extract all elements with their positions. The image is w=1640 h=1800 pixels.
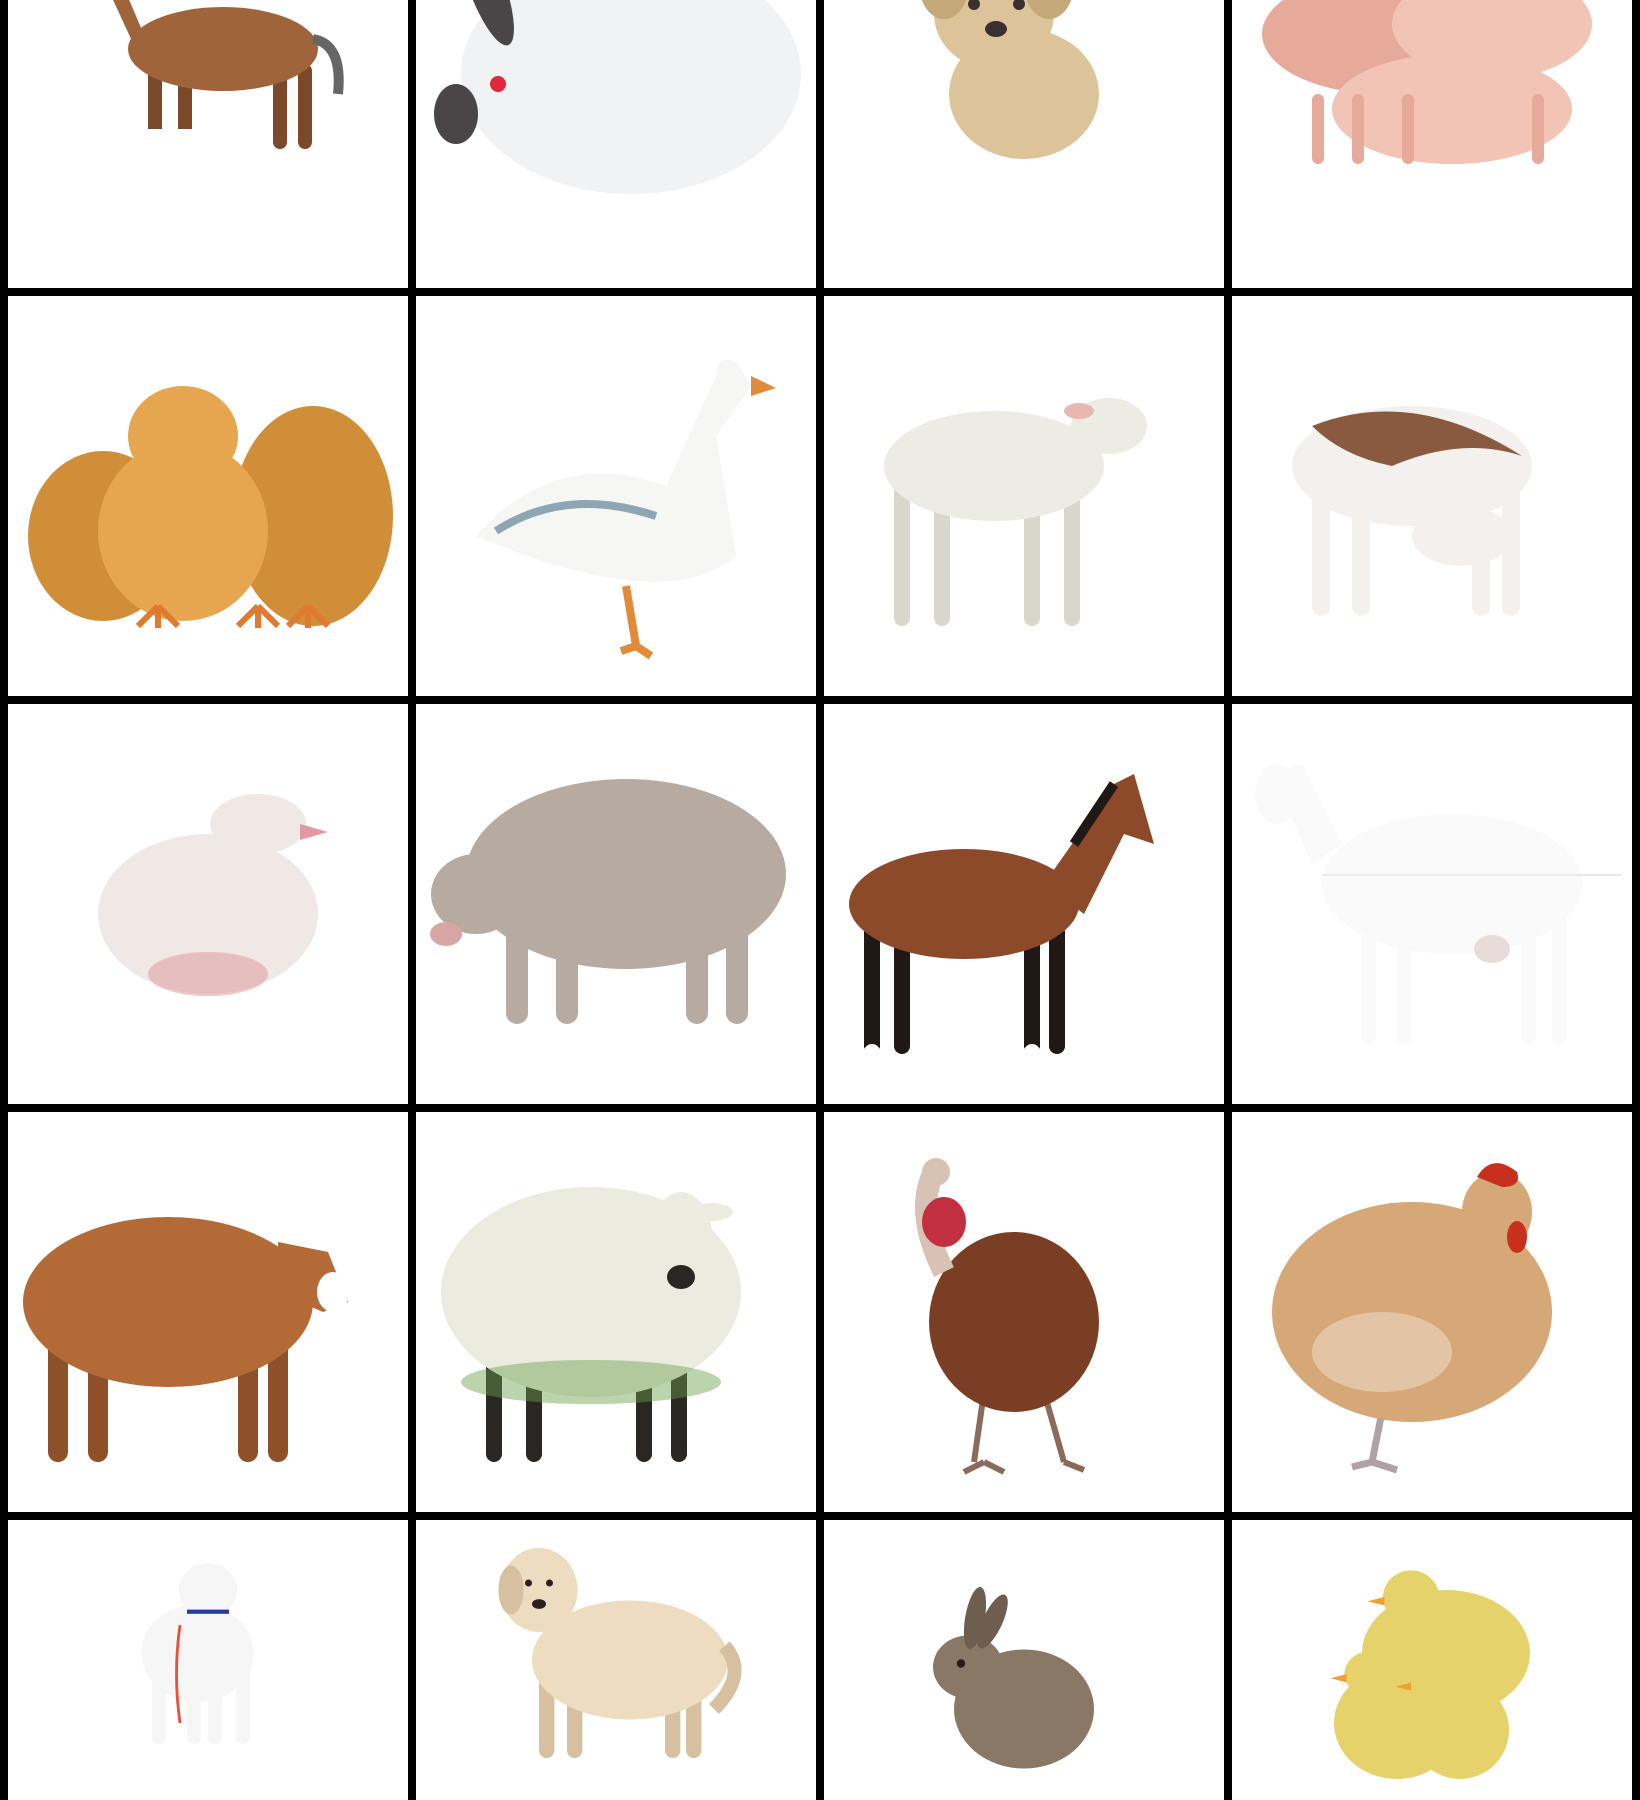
animal-tile xyxy=(416,0,816,288)
goat-icon xyxy=(1255,764,1622,1044)
grid-line-vertical xyxy=(1224,0,1232,1800)
horse-icon xyxy=(849,774,1154,1059)
animal-tile xyxy=(824,296,1224,696)
goose-icon xyxy=(476,360,776,660)
bunny-icon xyxy=(933,1586,1094,1769)
animal-tile xyxy=(1232,1112,1632,1512)
animal-tile xyxy=(8,0,408,288)
grid-line-horizontal xyxy=(0,288,1640,296)
animal-tile xyxy=(8,704,408,1104)
piglets-icon xyxy=(1262,0,1592,164)
animal-tile xyxy=(1232,296,1632,696)
animal-tile xyxy=(8,1112,408,1512)
hen-icon xyxy=(1272,1163,1552,1474)
animal-tile xyxy=(8,296,408,696)
grid-line-horizontal xyxy=(0,696,1640,704)
grid-line-vertical xyxy=(0,0,8,1800)
ducklings-icon xyxy=(1330,1570,1530,1779)
animal-tile xyxy=(1232,704,1632,1104)
kid-goat-icon xyxy=(141,1563,254,1744)
rabbit-icon xyxy=(434,0,801,194)
animal-tile xyxy=(1232,0,1632,288)
animal-tile xyxy=(1232,1520,1632,1800)
puppy-icon xyxy=(921,0,1099,159)
calf-icon xyxy=(1292,406,1532,616)
pig-icon xyxy=(430,779,786,1024)
sheep-icon xyxy=(441,1187,741,1462)
animal-tile xyxy=(416,704,816,1104)
animal-tile xyxy=(416,1520,816,1800)
animal-tile xyxy=(824,1520,1224,1800)
foal-icon xyxy=(113,0,344,149)
animal-tile xyxy=(8,1520,408,1800)
cow-icon xyxy=(23,1217,349,1462)
grid-line-vertical xyxy=(1632,0,1640,1800)
animal-grid xyxy=(0,0,1640,1800)
gosling-icon xyxy=(98,794,328,996)
grid-line-vertical xyxy=(816,0,824,1800)
grid-line-horizontal xyxy=(0,1512,1640,1520)
grid-line-vertical xyxy=(408,0,416,1800)
dog-icon xyxy=(498,1548,742,1758)
turkey-icon xyxy=(915,1158,1099,1475)
animal-tile xyxy=(824,0,1224,288)
animal-tile xyxy=(824,1112,1224,1512)
grid-line-horizontal xyxy=(0,1104,1640,1112)
lamb-icon xyxy=(884,398,1147,626)
animal-tile xyxy=(824,704,1224,1104)
animal-tile xyxy=(416,296,816,696)
animal-tile xyxy=(416,1112,816,1512)
chicks-icon xyxy=(28,386,393,629)
